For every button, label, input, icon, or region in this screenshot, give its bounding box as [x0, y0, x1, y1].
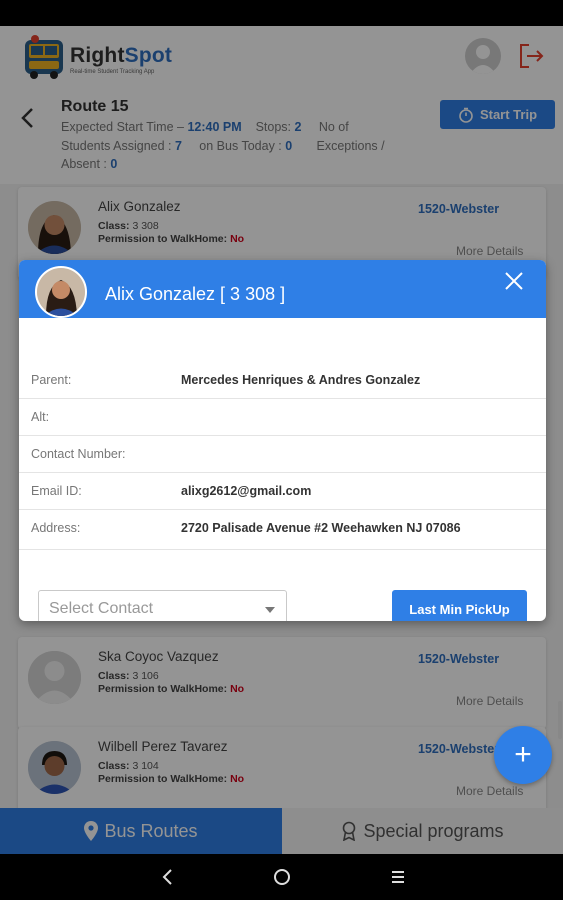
- dialog-header: Alix Gonzalez [ 3 308 ]: [19, 260, 546, 318]
- app-window: RightSpot Real-time Student Tracking App: [0, 26, 563, 854]
- detail-row-contact: Contact Number:: [19, 436, 546, 473]
- scrollbar[interactable]: [558, 701, 562, 739]
- nav-menu-icon[interactable]: [385, 864, 411, 890]
- detail-label: Parent:: [31, 373, 72, 387]
- detail-value: 2720 Palisade Avenue #2 Weehawken NJ 070…: [181, 521, 461, 535]
- student-photo: [35, 266, 87, 318]
- detail-row-parent: Parent: Mercedes Henriques & Andres Gonz…: [19, 362, 546, 399]
- detail-value: Mercedes Henriques & Andres Gonzalez: [181, 373, 421, 387]
- select-placeholder: Select Contact: [49, 600, 154, 617]
- status-bar: [0, 0, 563, 26]
- detail-row-address: Address: 2720 Palisade Avenue #2 Weehawk…: [19, 510, 546, 550]
- detail-label: Email ID:: [31, 484, 82, 498]
- system-nav-bar: [0, 854, 563, 900]
- detail-row-email: Email ID: alixg2612@gmail.com: [19, 473, 546, 510]
- detail-label: Contact Number:: [31, 447, 126, 461]
- detail-label: Alt:: [31, 410, 50, 424]
- chevron-down-icon: [265, 607, 275, 613]
- last-min-pickup-button[interactable]: Last Min PickUp: [392, 590, 527, 621]
- detail-label: Address:: [31, 521, 81, 535]
- device-screen: RightSpot Real-time Student Tracking App: [0, 0, 563, 900]
- nav-home-icon[interactable]: [269, 864, 295, 890]
- close-icon[interactable]: [503, 270, 525, 292]
- select-contact-dropdown[interactable]: Select Contact: [38, 590, 287, 621]
- detail-value: alixg2612@gmail.com: [181, 484, 312, 498]
- dialog-title: Alix Gonzalez [ 3 308 ]: [105, 284, 286, 304]
- detail-row-alt: Alt:: [19, 399, 546, 436]
- add-fab-button[interactable]: +: [494, 726, 552, 784]
- student-details-dialog: Alix Gonzalez [ 3 308 ] Parent: Mercedes…: [19, 260, 546, 621]
- nav-back-icon[interactable]: [155, 864, 181, 890]
